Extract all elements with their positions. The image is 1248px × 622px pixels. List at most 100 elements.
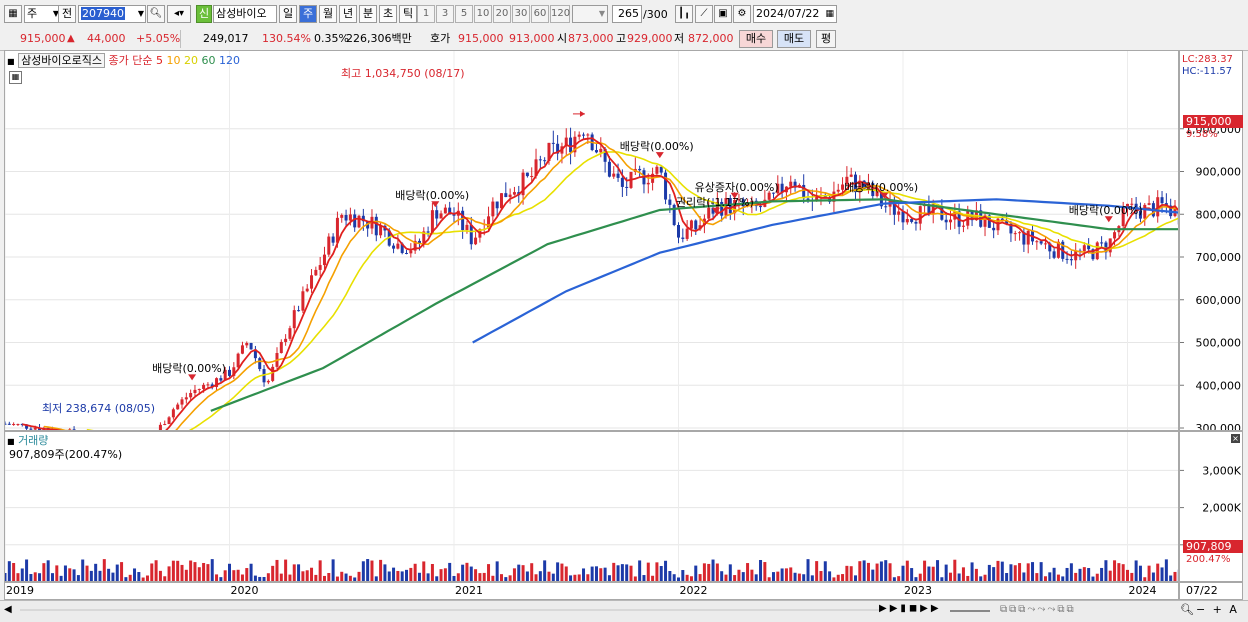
save-icon[interactable]: ▣: [714, 5, 732, 23]
volume-bar: [154, 560, 158, 581]
scroll-bar[interactable]: ◀ ▶▶▮◼▶▶ ⧉⧉⧉⤳⤳⤳⧉⧉ 🔍︎− + A: [0, 600, 1248, 622]
candle-type-icon[interactable]: ┃╻: [675, 5, 693, 23]
volume-bar: [944, 564, 948, 581]
tab-week[interactable]: 주: [299, 5, 317, 23]
playback-controls[interactable]: ▶▶▮◼▶▶: [879, 603, 942, 614]
sell-button[interactable]: 매도: [777, 30, 811, 48]
interval-30[interactable]: 30: [512, 5, 530, 23]
calendar-icon[interactable]: ▦: [825, 6, 834, 22]
tab-month[interactable]: 월: [319, 5, 337, 23]
line-tool-icon[interactable]: ⟋: [695, 5, 713, 23]
interval-3[interactable]: 3: [436, 5, 454, 23]
stock-name-field[interactable]: 삼성바이오: [213, 5, 277, 23]
price-tag: 915,000: [1183, 115, 1243, 128]
volume-bar: [478, 573, 482, 581]
buy-button[interactable]: 매수: [739, 30, 773, 48]
event-label: 배당락(0.00%): [395, 189, 470, 203]
volume-bar: [370, 560, 374, 581]
interval-60[interactable]: 60: [531, 5, 549, 23]
all-button[interactable]: 전: [58, 5, 76, 23]
speaker-icon[interactable]: ◂▾: [167, 5, 191, 23]
volume-bar: [465, 562, 469, 581]
volume-bar: [789, 567, 793, 581]
candle-body: [499, 193, 503, 209]
candle-body: [1065, 258, 1069, 260]
tab-day[interactable]: 일: [279, 5, 297, 23]
volume-bar: [107, 568, 111, 581]
grid-toggle-icon[interactable]: ▦: [9, 71, 22, 84]
volume-pane[interactable]: ■ 거래량 907,809주(200.47%): [4, 431, 1179, 582]
volume-bar: [629, 565, 633, 581]
volume-bar: [724, 574, 728, 581]
ma-10-label[interactable]: 10: [167, 54, 181, 67]
interval-custom-select[interactable]: ▼: [572, 5, 608, 23]
event-label: 권리락(-1.17%): [675, 195, 754, 209]
volume-bar: [68, 568, 72, 581]
volume-bar: [780, 568, 784, 581]
volume-bar: [616, 565, 620, 581]
layout-icon[interactable]: ▦: [4, 5, 22, 23]
tab-second[interactable]: 초: [379, 5, 397, 23]
interval-20[interactable]: 20: [493, 5, 511, 23]
drawing-tools[interactable]: ⧉⧉⧉⤳⤳⤳⧉⧉: [1000, 604, 1076, 615]
volume-bar: [120, 562, 124, 581]
tab-tick[interactable]: 틱: [399, 5, 417, 23]
candle-body: [443, 207, 447, 214]
volume-bar: [551, 573, 555, 581]
volume-bar: [1138, 565, 1142, 581]
volume-bar: [586, 574, 590, 581]
price-pane[interactable]: ■ 삼성바이오로직스 종가 단순 5 10 20 60 120 ▦ 최고 1,0…: [4, 50, 1179, 431]
interval-120[interactable]: 120: [550, 5, 570, 23]
eval-button[interactable]: 평: [816, 30, 836, 48]
volume-bar: [1117, 563, 1121, 581]
interval-10[interactable]: 10: [474, 5, 492, 23]
count-input[interactable]: 265: [612, 5, 642, 23]
volume-bar: [318, 560, 322, 581]
tab-minute[interactable]: 분: [359, 5, 377, 23]
volume-bar: [828, 571, 832, 581]
interval-1[interactable]: 1: [417, 5, 435, 23]
period-type-select[interactable]: 주 ▼: [24, 5, 60, 23]
code-input[interactable]: 207940 ▼: [78, 5, 146, 23]
date-input[interactable]: 2024/07/22 ▦: [753, 5, 837, 23]
volume-bar: [707, 563, 711, 581]
volume-bar: [841, 574, 845, 581]
stock-name-label[interactable]: 삼성바이오로직스: [18, 53, 106, 68]
gear-icon[interactable]: ⚙: [733, 5, 751, 23]
ma-60-label[interactable]: 60: [202, 54, 216, 67]
candle-body: [677, 224, 680, 238]
volume-bar: [1100, 567, 1104, 581]
candle-body: [305, 288, 309, 292]
volume-chart[interactable]: [5, 432, 1179, 582]
tab-year[interactable]: 년: [339, 5, 357, 23]
scroll-left-icon[interactable]: ◀: [4, 604, 12, 615]
ma-20-label[interactable]: 20: [184, 54, 198, 67]
ma-120-label[interactable]: 120: [219, 54, 240, 67]
legend: ■ 삼성바이오로직스 종가 단순 5 10 20 60 120: [7, 53, 241, 68]
event-label: 배당락(0.00%): [844, 180, 919, 194]
price-change-pct: +5.05%: [136, 32, 181, 45]
price-tick-label: 800,000: [1196, 208, 1242, 221]
candle-body: [405, 252, 409, 254]
max-price-label: 최고 1,034,750 (08/17): [341, 67, 465, 80]
candle-body: [327, 236, 331, 255]
zoom-slider[interactable]: [950, 610, 990, 612]
ma-5-label[interactable]: 5: [156, 54, 163, 67]
candle-body: [202, 384, 206, 389]
chevron-down-icon: ▼: [137, 9, 144, 18]
volume-bar: [1104, 560, 1108, 581]
close-icon[interactable]: ×: [1231, 434, 1240, 443]
candle-body: [1160, 197, 1164, 204]
candle-body: [180, 399, 184, 405]
candle-body: [426, 231, 430, 233]
candle-body: [340, 215, 344, 218]
scroll-track[interactable]: [20, 609, 880, 611]
candle-body: [292, 310, 296, 329]
volume-bar: [266, 573, 270, 581]
zoom-controls[interactable]: 🔍︎− + A: [1180, 603, 1239, 616]
interval-5[interactable]: 5: [455, 5, 473, 23]
volume-bar: [530, 563, 534, 581]
volume-bar: [668, 571, 672, 581]
search-icon[interactable]: 🔍︎: [147, 5, 165, 23]
count-total: /300: [643, 8, 668, 21]
